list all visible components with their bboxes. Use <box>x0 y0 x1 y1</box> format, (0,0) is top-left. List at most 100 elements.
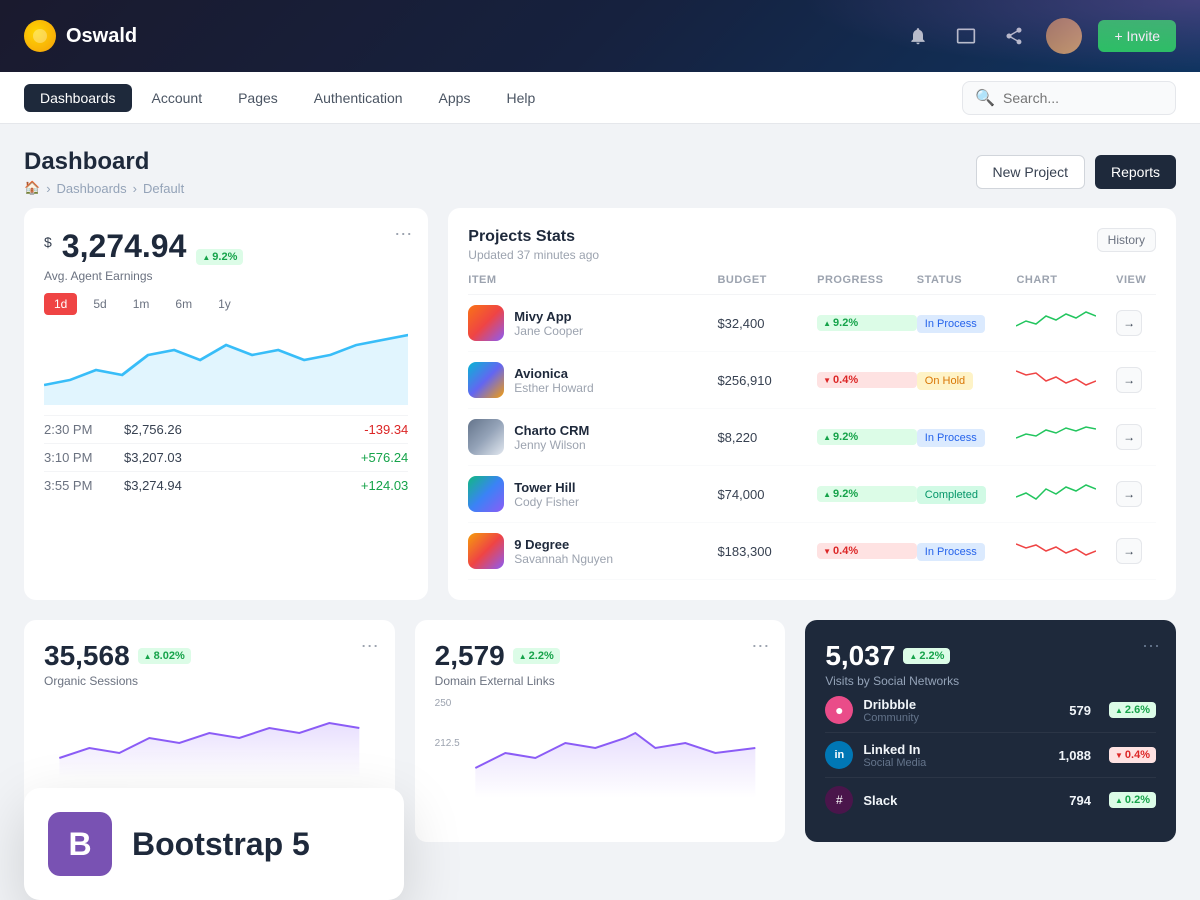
nav-item-apps[interactable]: Apps <box>423 84 487 112</box>
status-badge: In Process <box>917 429 985 447</box>
domain-chart: 250 212.5 <box>435 698 766 798</box>
dribbble-icon: ● <box>825 696 853 724</box>
table-row: Avionica Esther Howard $256,910 0.4% On … <box>468 352 1156 409</box>
change-1: -139.34 <box>364 422 408 437</box>
val-1: $2,756.26 <box>124 422 364 437</box>
time-filters: 1d 5d 1m 6m 1y <box>44 293 408 315</box>
search-icon: 🔍 <box>975 88 995 108</box>
cards-row-1: ⋯ $ 3,274.94 9.2% Avg. Agent Earnings 1d… <box>24 208 1176 600</box>
nav-item-account[interactable]: Account <box>136 84 219 112</box>
reports-button[interactable]: Reports <box>1095 155 1176 189</box>
page-title-section: Dashboard 🏠 › Dashboards › Default <box>24 148 184 196</box>
earnings-card-menu[interactable]: ⋯ <box>394 224 412 245</box>
filter-1y[interactable]: 1y <box>208 293 241 315</box>
filter-1d[interactable]: 1d <box>44 293 77 315</box>
search-input[interactable] <box>1003 90 1163 106</box>
domain-badge: 2.2% <box>513 648 560 664</box>
logo-icon <box>24 20 56 52</box>
linkedin-badge: 0.4% <box>1109 747 1156 763</box>
breadcrumb: 🏠 › Dashboards › Default <box>24 180 184 196</box>
project-budget: $32,400 <box>717 316 817 331</box>
project-view-btn[interactable]: → <box>1116 481 1142 507</box>
earnings-label: Avg. Agent Earnings <box>44 269 408 283</box>
sparkline-chart <box>44 325 408 405</box>
nav-item-authentication[interactable]: Authentication <box>298 84 419 112</box>
project-budget: $256,910 <box>717 373 817 388</box>
table-row: Charto CRM Jenny Wilson $8,220 9.2% In P… <box>468 409 1156 466</box>
filter-5d[interactable]: 5d <box>83 293 116 315</box>
social-row-dribbble: ● Dribbble Community 579 2.6% <box>825 688 1156 733</box>
earnings-amount-row: $ 3,274.94 9.2% <box>44 228 408 265</box>
project-info: Avionica Esther Howard <box>514 366 593 395</box>
project-status: On Hold <box>917 371 1017 390</box>
project-chart <box>1016 363 1096 398</box>
logo[interactable]: Oswald <box>24 20 137 52</box>
page-title: Dashboard <box>24 148 184 176</box>
invite-button[interactable]: + Invite <box>1098 20 1176 52</box>
project-chart <box>1016 420 1096 455</box>
project-view-btn[interactable]: → <box>1116 310 1142 336</box>
project-thumb-charto <box>468 419 504 455</box>
project-name: 9 Degree <box>514 537 613 552</box>
project-thumb-mivy <box>468 305 504 341</box>
projects-title-section: Projects Stats Updated 37 minutes ago <box>468 228 599 262</box>
avatar[interactable] <box>1046 18 1082 54</box>
page-actions: New Project Reports <box>976 155 1177 189</box>
share-icon[interactable] <box>998 20 1030 52</box>
project-owner: Cody Fisher <box>514 495 579 509</box>
change-3: +124.03 <box>361 478 408 493</box>
nav-item-dashboards[interactable]: Dashboards <box>24 84 132 112</box>
social-info: Linked In Social Media <box>863 742 926 769</box>
project-item: Avionica Esther Howard <box>468 362 717 398</box>
organic-chart <box>44 698 375 778</box>
filter-6m[interactable]: 6m <box>165 293 202 315</box>
screen-icon[interactable] <box>950 20 982 52</box>
project-item: Tower Hill Cody Fisher <box>468 476 717 512</box>
project-item: Charto CRM Jenny Wilson <box>468 419 717 455</box>
linkedin-count: 1,088 <box>1058 748 1091 763</box>
bootstrap-letter: B <box>68 826 91 863</box>
project-view-btn[interactable]: → <box>1116 424 1142 450</box>
project-budget: $74,000 <box>717 487 817 502</box>
nav-item-pages[interactable]: Pages <box>222 84 294 112</box>
time-3: 3:55 PM <box>44 478 124 493</box>
bootstrap-icon: B <box>48 812 112 876</box>
social-stat-header: 5,037 2.2% <box>825 640 1156 672</box>
col-progress: PROGRESS <box>817 274 917 286</box>
breadcrumb-home: 🏠 <box>24 180 40 196</box>
notification-icon[interactable] <box>902 20 934 52</box>
project-info: Mivy App Jane Cooper <box>514 309 583 338</box>
projects-card: Projects Stats Updated 37 minutes ago Hi… <box>448 208 1176 600</box>
social-label: Visits by Social Networks <box>825 674 1156 688</box>
change-2: +576.24 <box>361 450 408 465</box>
search-bar: 🔍 <box>962 81 1176 115</box>
project-view-btn[interactable]: → <box>1116 538 1142 564</box>
social-row-linkedin: in Linked In Social Media 1,088 0.4% <box>825 733 1156 778</box>
breadcrumb-sep2: › <box>133 181 137 196</box>
breadcrumb-dashboards: Dashboards <box>57 181 127 196</box>
social-card-menu[interactable]: ⋯ <box>1142 636 1160 657</box>
project-name: Mivy App <box>514 309 583 324</box>
social-row-slack: # Slack 794 0.2% <box>825 778 1156 822</box>
history-button[interactable]: History <box>1097 228 1156 252</box>
filter-1m[interactable]: 1m <box>123 293 160 315</box>
earnings-data-rows: 2:30 PM $2,756.26 -139.34 3:10 PM $3,207… <box>44 415 408 499</box>
nav-item-help[interactable]: Help <box>490 84 551 112</box>
project-progress: 0.4% <box>817 372 917 388</box>
project-progress: 9.2% <box>817 429 917 445</box>
project-view-btn[interactable]: → <box>1116 367 1142 393</box>
social-info: Dribbble Community <box>863 697 919 724</box>
currency-symbol: $ <box>44 234 52 250</box>
main-content: Dashboard 🏠 › Dashboards › Default New P… <box>0 124 1200 900</box>
new-project-button[interactable]: New Project <box>976 155 1085 189</box>
col-item: ITEM <box>468 274 717 286</box>
domain-card-menu[interactable]: ⋯ <box>751 636 769 657</box>
table-row: Mivy App Jane Cooper $32,400 9.2% In Pro… <box>468 295 1156 352</box>
organic-badge: 8.02% <box>138 648 191 664</box>
dribbble-count: 579 <box>1069 703 1091 718</box>
project-owner: Esther Howard <box>514 381 593 395</box>
project-name: Avionica <box>514 366 593 381</box>
status-badge: On Hold <box>917 372 973 390</box>
project-name: Tower Hill <box>514 480 579 495</box>
organic-card-menu[interactable]: ⋯ <box>361 636 379 657</box>
